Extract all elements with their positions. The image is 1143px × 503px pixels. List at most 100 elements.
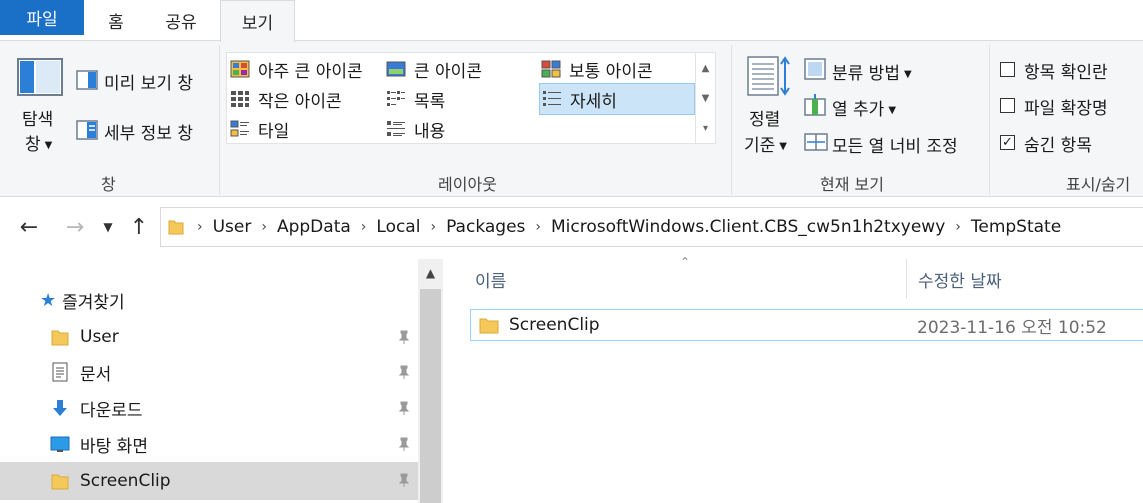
pin-icon[interactable] [396,329,412,345]
breadcrumb-local[interactable]: Local [376,217,420,237]
column-header-name[interactable]: 이름 [475,259,895,299]
pin-icon[interactable] [396,364,412,380]
sidebar-item-user[interactable]: User [0,319,418,355]
quick-access-item[interactable]: ★ 즐겨찾기 [0,282,418,318]
group-by-text: 분류 방법 [832,64,900,84]
layout-item-label: 작은 아이콘 [258,91,342,112]
column-header-date-modified[interactable]: 수정한 날짜 [918,259,1138,299]
breadcrumb-user[interactable]: User [213,217,252,237]
group-by-label: 분류 방법 ▼ [832,59,912,84]
sidebar-item-desktop[interactable]: 바탕 화면 [0,426,418,462]
pin-icon[interactable] [396,472,412,488]
current-view-group-label: 현재 보기 [820,175,884,194]
list-icon [387,91,405,106]
layout-item-label: 아주 큰 아이콘 [258,61,363,82]
layout-large-icons[interactable]: 큰 아이콘 [386,54,536,84]
folder-icon [168,220,184,235]
file-date-modified: 2023-11-16 오전 10:52 [917,317,1107,338]
tiles-icon [230,120,249,137]
gallery-expand-icon[interactable]: ▾ [696,113,715,143]
scroll-up-icon[interactable]: ▲ [418,259,443,287]
breadcrumb-separator-icon: › [360,219,367,235]
gallery-scroll-down-icon[interactable]: ▼ [696,83,715,113]
address-bar[interactable]: › User › AppData › Local › Packages › Mi… [160,207,1143,247]
folder-icon [479,318,499,334]
details-pane-label: 세부 정보 창 [104,124,194,144]
hidden-items-label: 숨긴 항목 [1024,136,1092,156]
layout-list[interactable]: 목록 [386,84,536,114]
layout-extra-large-icons[interactable]: 아주 큰 아이콘 [230,54,382,84]
breadcrumb-separator-icon: › [535,219,541,235]
content-icon [387,121,405,136]
item-checkboxes-label: 항목 확인란 [1024,63,1108,83]
sidebar-item-label: User [80,327,119,347]
breadcrumb-appdata[interactable]: AppData [277,217,351,237]
details-icon [543,91,561,106]
add-column-label: 열 추가 ▼ [832,95,896,120]
breadcrumb-separator-icon: › [197,219,203,235]
star-icon: ★ [40,289,57,311]
sort-by-label-2: 기준 ▼ [744,131,787,156]
breadcrumb-tempstate[interactable]: TempState [971,217,1061,237]
downloads-icon [53,400,67,416]
column-header-divider[interactable] [906,259,907,299]
back-arrow-icon[interactable]: ← [14,211,44,243]
layout-medium-icons[interactable]: 보통 아이콘 [541,54,691,84]
tab-file[interactable]: 파일 [0,0,84,35]
file-name: ScreenClip [509,315,600,335]
file-list: ⌃ 이름 수정한 날짜 ScreenClip 2023-11-16 오전 10:… [443,255,1143,503]
hidden-items-checkbox[interactable]: ✓ [1000,135,1015,150]
navigation-pane-label-2: 창 ▼ [25,130,52,155]
layout-details[interactable]: 자세히 [539,83,695,115]
layout-item-label: 목록 [414,91,446,112]
navigation-pane-label: 탐색 [22,110,54,130]
scrollbar-thumb[interactable] [420,289,441,503]
file-extensions-checkbox[interactable] [1000,98,1015,113]
size-all-columns-label: 모든 열 너비 조정 [832,137,958,157]
folder-icon [51,474,69,490]
small-icons-icon [231,91,249,107]
recent-locations-chevron-icon[interactable]: ▼ [98,211,118,243]
gallery-scroll-up-icon[interactable]: ▲ [696,53,715,83]
navigation-bar: ← → ▼ ↑ › User › AppData › Local › Packa… [0,197,1143,259]
size-columns-icon [804,133,828,151]
medium-icons-icon [541,60,561,78]
group-separator [731,45,732,195]
navigation-pane-scrollbar[interactable]: ▲ [418,259,443,503]
chevron-down-icon: ▼ [903,68,912,80]
sidebar-item-documents[interactable]: 문서 [0,354,418,390]
tab-home[interactable]: 홈 [94,0,138,41]
item-checkboxes-checkbox[interactable] [1000,62,1015,77]
breadcrumb-packages[interactable]: Packages [446,217,525,237]
layout-item-label: 타일 [258,121,290,142]
layout-item-label: 내용 [414,121,446,142]
chevron-down-icon: ▼ [888,104,897,116]
layout-small-icons[interactable]: 작은 아이콘 [230,84,382,114]
ribbon-tabstrip: 파일 홈 공유 보기 [0,0,1143,42]
table-row[interactable]: ScreenClip 2023-11-16 오전 10:52 [470,309,1143,341]
layout-tiles[interactable]: 타일 [230,114,382,144]
tab-view[interactable]: 보기 [220,0,295,42]
quick-access-label: 즐겨찾기 [62,292,125,313]
sidebar-item-downloads[interactable]: 다운로드 [0,390,418,426]
chevron-down-icon: ▼ [44,139,53,151]
navigation-pane: ★ 즐겨찾기 User 문서 다운로드 바탕 화면 ScreenClip ▲ [0,259,443,503]
pin-icon[interactable] [396,436,412,452]
forward-arrow-icon[interactable]: → [60,211,90,243]
folder-icon [51,330,69,346]
sidebar-item-label: 바탕 화면 [80,436,148,457]
show-hide-group-label: 표시/숨기 [1066,175,1131,194]
layout-gallery-scroll: ▲ ▼ ▾ [695,53,715,143]
layout-content[interactable]: 내용 [386,114,536,144]
file-extensions-label: 파일 확장명 [1024,99,1108,119]
tab-share[interactable]: 공유 [152,0,210,41]
sort-by-label: 정렬 [749,110,781,130]
breadcrumb-package-folder[interactable]: MicrosoftWindows.Client.CBS_cw5n1h2txyew… [551,217,945,237]
chevron-down-icon: ▼ [779,140,787,152]
up-arrow-icon[interactable]: ↑ [124,211,154,243]
desktop-icon [50,436,70,452]
pin-icon[interactable] [396,400,412,416]
sidebar-item-screenclip[interactable]: ScreenClip [0,462,418,500]
sort-by-label-line2: 기준 [744,136,776,156]
add-column-icon [804,94,826,116]
